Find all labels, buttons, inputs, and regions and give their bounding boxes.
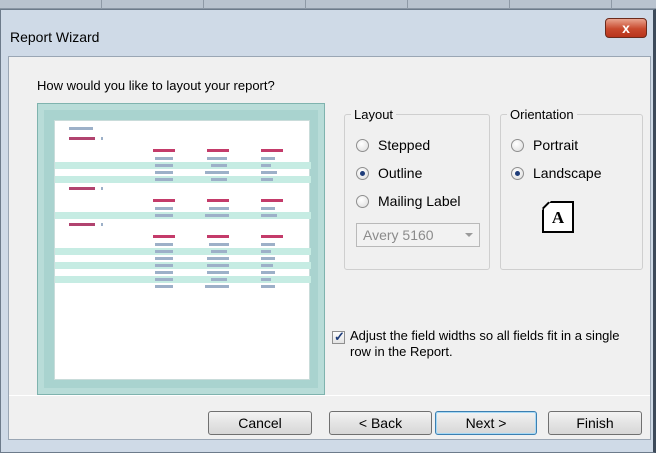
background-window-strip: [0, 0, 656, 9]
orientation-group-label: Orientation: [507, 107, 577, 122]
orientation-portrait-radio[interactable]: Portrait: [511, 136, 578, 154]
radio-on-icon: [511, 166, 524, 180]
radio-off-icon: [356, 138, 369, 152]
close-icon: x: [622, 20, 630, 36]
dialog-body: How would you like to layout your report…: [8, 56, 651, 440]
chevron-down-icon: [465, 233, 473, 237]
preview-page: [54, 120, 311, 380]
report-layout-preview: [37, 103, 325, 395]
report-wizard-dialog: Report Wizard x How would you like to la…: [0, 9, 656, 453]
dialog-title: Report Wizard: [10, 29, 100, 45]
next-button[interactable]: Next >: [435, 411, 537, 435]
landscape-page-icon: A: [542, 201, 574, 233]
layout-stepped-radio[interactable]: Stepped: [356, 136, 430, 154]
adjust-field-widths-label: Adjust the field widths so all fields fi…: [350, 328, 620, 359]
page-letter-a: A: [551, 208, 565, 227]
layout-question: How would you like to layout your report…: [37, 78, 275, 93]
label-type-dropdown[interactable]: Avery 5160: [356, 223, 480, 247]
adjust-field-widths-checkbox[interactable]: ✓: [332, 329, 345, 344]
back-button[interactable]: < Back: [329, 411, 432, 435]
radio-off-icon: [511, 138, 524, 152]
radio-on-icon: [356, 166, 369, 180]
layout-group-label: Layout: [351, 107, 397, 122]
button-separator: [9, 395, 650, 396]
layout-group: Layout Stepped Outline Mailing Label Ave…: [344, 107, 490, 270]
radio-off-icon: [356, 194, 369, 208]
checkmark-icon: ✓: [334, 329, 345, 344]
finish-button[interactable]: Finish: [548, 411, 642, 435]
title-bar: Report Wizard x: [1, 10, 653, 50]
orientation-landscape-radio[interactable]: Landscape: [511, 164, 602, 182]
orientation-group: Orientation Portrait Landscape A: [500, 107, 643, 270]
cancel-button[interactable]: Cancel: [208, 411, 312, 435]
close-button[interactable]: x: [605, 18, 647, 38]
layout-mailing-label-radio[interactable]: Mailing Label: [356, 192, 461, 210]
layout-outline-radio[interactable]: Outline: [356, 164, 422, 182]
